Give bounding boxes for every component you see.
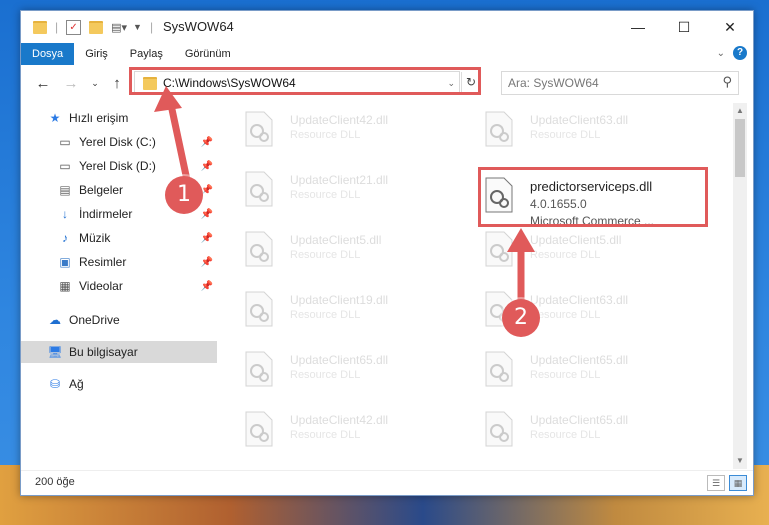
arrow-1-shaft (166, 99, 191, 181)
annotation-arrows (154, 86, 535, 303)
arrow-1-head (154, 86, 182, 112)
arrow-2-head (507, 228, 535, 252)
callout-1: 1 (165, 176, 203, 214)
callout-2: 2 (502, 299, 540, 337)
